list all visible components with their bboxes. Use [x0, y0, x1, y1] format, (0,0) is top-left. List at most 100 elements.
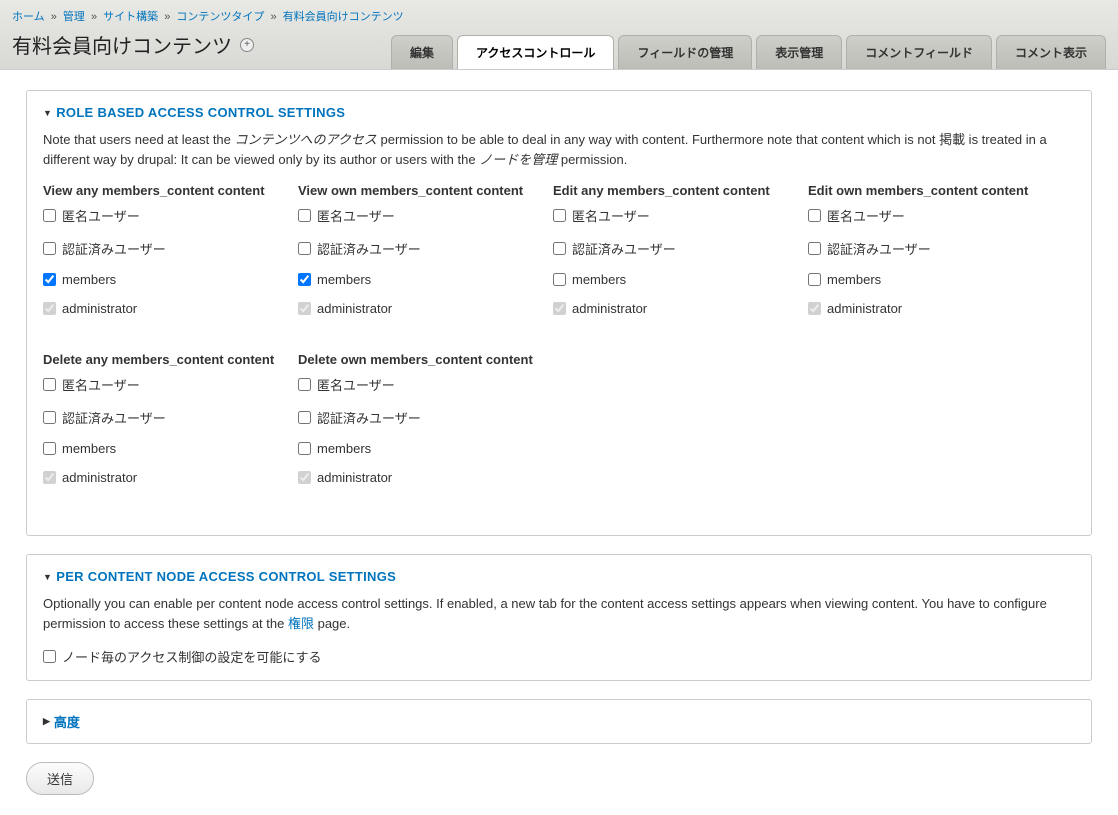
checkbox-view-any-anon[interactable] — [43, 209, 56, 222]
checkbox-view-any-admin — [43, 302, 56, 315]
note-em1: コンテンツへのアクセス — [235, 132, 377, 147]
perm-col-edit-any: Edit any members_content content 匿名ユーザー … — [553, 183, 808, 330]
role-label[interactable]: 認証済みユーザー — [827, 239, 931, 258]
perm-header: Delete any members_content content — [43, 352, 298, 367]
perm-header: View any members_content content — [43, 183, 298, 198]
role-label[interactable]: 認証済みユーザー — [317, 239, 421, 258]
role-label: administrator — [317, 470, 392, 485]
role-label[interactable]: members — [572, 272, 626, 287]
pernode-desc: Optionally you can enable per content no… — [43, 594, 1075, 633]
checkbox-delete-own-auth[interactable] — [298, 411, 311, 424]
perm-col-view-any: View any members_content content 匿名ユーザー … — [43, 183, 298, 330]
checkbox-edit-any-members[interactable] — [553, 273, 566, 286]
role-label[interactable]: members — [62, 272, 116, 287]
tabs: 編集 アクセスコントロール フィールドの管理 表示管理 コメントフィールド コメ… — [391, 35, 1106, 69]
checkbox-delete-any-members[interactable] — [43, 442, 56, 455]
advanced-title-text: 高度 — [54, 712, 80, 731]
checkbox-edit-any-admin — [553, 302, 566, 315]
role-settings-panel: ▼ ROLE BASED ACCESS CONTROL SETTINGS Not… — [26, 90, 1092, 536]
checkbox-delete-own-anon[interactable] — [298, 378, 311, 391]
checkbox-view-own-auth[interactable] — [298, 242, 311, 255]
note-pre: Note that users need at least the — [43, 132, 235, 147]
role-label[interactable]: 認証済みユーザー — [62, 408, 166, 427]
page-title: 有料会員向けコンテンツ + — [12, 30, 254, 69]
role-label[interactable]: 匿名ユーザー — [317, 206, 395, 225]
perm-col-edit-own: Edit own members_content content 匿名ユーザー … — [808, 183, 1063, 330]
perm-header: Edit any members_content content — [553, 183, 808, 198]
perm-col-delete-any: Delete any members_content content 匿名ユーザ… — [43, 352, 298, 499]
role-label[interactable]: members — [62, 441, 116, 456]
checkbox-enable-pernode[interactable] — [43, 650, 56, 663]
checkbox-edit-any-anon[interactable] — [553, 209, 566, 222]
note-post: permission. — [557, 152, 627, 167]
collapse-icon: ▼ — [43, 572, 52, 582]
checkbox-edit-any-auth[interactable] — [553, 242, 566, 255]
perm-header: View own members_content content — [298, 183, 553, 198]
permissions-link[interactable]: 権限 — [288, 616, 314, 631]
breadcrumb-types[interactable]: コンテンツタイプ — [176, 11, 264, 23]
breadcrumb-sep: » — [91, 11, 97, 23]
advanced-panel: ▶ 高度 — [26, 699, 1092, 744]
note-em2: ノードを管理 — [479, 152, 557, 167]
role-label: administrator — [317, 301, 392, 316]
breadcrumb-home[interactable]: ホーム — [12, 11, 45, 23]
tab-comment-display[interactable]: コメント表示 — [996, 35, 1106, 69]
role-label: administrator — [827, 301, 902, 316]
breadcrumb-sep: » — [164, 11, 170, 23]
role-settings-title[interactable]: ▼ ROLE BASED ACCESS CONTROL SETTINGS — [43, 105, 1075, 120]
perm-col-delete-own: Delete own members_content content 匿名ユーザ… — [298, 352, 553, 499]
role-label[interactable]: 匿名ユーザー — [62, 206, 140, 225]
collapse-icon: ▼ — [43, 108, 52, 118]
perm-col-view-own: View own members_content content 匿名ユーザー … — [298, 183, 553, 330]
checkbox-view-own-members[interactable] — [298, 273, 311, 286]
tab-access[interactable]: アクセスコントロール — [457, 35, 614, 69]
tab-comment-fields[interactable]: コメントフィールド — [846, 35, 992, 69]
pernode-settings-panel: ▼ PER CONTENT NODE ACCESS CONTROL SETTIN… — [26, 554, 1092, 681]
pernode-title-text: PER CONTENT NODE ACCESS CONTROL SETTINGS — [56, 569, 396, 584]
checkbox-edit-own-anon[interactable] — [808, 209, 821, 222]
role-label: administrator — [62, 470, 137, 485]
checkbox-delete-any-auth[interactable] — [43, 411, 56, 424]
breadcrumb-structure[interactable]: サイト構築 — [103, 11, 158, 23]
role-label[interactable]: members — [317, 272, 371, 287]
role-label[interactable]: 匿名ユーザー — [317, 375, 395, 394]
pernode-desc-pre: Optionally you can enable per content no… — [43, 596, 1047, 631]
pernode-desc-post: page. — [314, 616, 350, 631]
role-settings-title-text: ROLE BASED ACCESS CONTROL SETTINGS — [56, 105, 345, 120]
role-label[interactable]: members — [317, 441, 371, 456]
checkbox-view-own-anon[interactable] — [298, 209, 311, 222]
pernode-checkbox-label[interactable]: ノード毎のアクセス制御の設定を可能にする — [62, 647, 321, 666]
checkbox-view-any-auth[interactable] — [43, 242, 56, 255]
submit-button[interactable]: 送信 — [26, 762, 94, 795]
checkbox-view-any-members[interactable] — [43, 273, 56, 286]
checkbox-delete-any-anon[interactable] — [43, 378, 56, 391]
breadcrumb-current[interactable]: 有料会員向けコンテンツ — [283, 11, 404, 23]
role-label[interactable]: members — [827, 272, 881, 287]
role-label[interactable]: 認証済みユーザー — [62, 239, 166, 258]
role-label: administrator — [572, 301, 647, 316]
role-label[interactable]: 匿名ユーザー — [62, 375, 140, 394]
breadcrumb-sep: » — [270, 11, 276, 23]
tab-display[interactable]: 表示管理 — [756, 35, 842, 69]
pernode-settings-title[interactable]: ▼ PER CONTENT NODE ACCESS CONTROL SETTIN… — [43, 569, 1075, 584]
advanced-title[interactable]: ▶ 高度 — [43, 712, 1075, 731]
plus-icon[interactable]: + — [240, 38, 254, 52]
checkbox-edit-own-admin — [808, 302, 821, 315]
role-label[interactable]: 認証済みユーザー — [572, 239, 676, 258]
perm-header: Edit own members_content content — [808, 183, 1063, 198]
role-label[interactable]: 匿名ユーザー — [572, 206, 650, 225]
checkbox-view-own-admin — [298, 302, 311, 315]
tab-fields[interactable]: フィールドの管理 — [618, 35, 752, 69]
checkbox-delete-own-members[interactable] — [298, 442, 311, 455]
tab-edit[interactable]: 編集 — [391, 35, 453, 69]
checkbox-edit-own-members[interactable] — [808, 273, 821, 286]
checkbox-delete-own-admin — [298, 471, 311, 484]
role-label[interactable]: 匿名ユーザー — [827, 206, 905, 225]
role-label[interactable]: 認証済みユーザー — [317, 408, 421, 427]
expand-icon: ▶ — [43, 716, 50, 727]
checkbox-edit-own-auth[interactable] — [808, 242, 821, 255]
role-settings-note: Note that users need at least the コンテンツへ… — [43, 130, 1075, 169]
page-title-text: 有料会員向けコンテンツ — [12, 30, 232, 59]
breadcrumb-admin[interactable]: 管理 — [63, 11, 85, 23]
breadcrumb-sep: » — [51, 11, 57, 23]
